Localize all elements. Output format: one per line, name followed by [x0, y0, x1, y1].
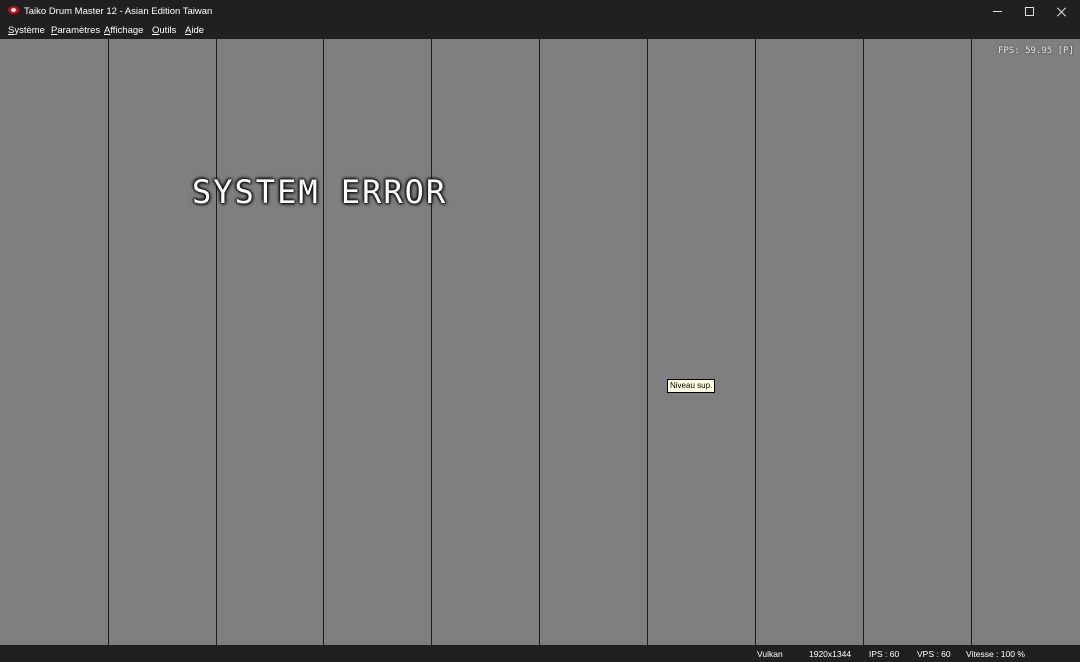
status-resolution: 1920x1344: [809, 649, 852, 659]
minimize-button[interactable]: [980, 0, 1014, 23]
column-divider: [647, 39, 648, 645]
column-divider: [863, 39, 864, 645]
minimize-icon: [992, 11, 1002, 12]
menu-bar: Système Paramètres Affichage Outils Aide: [0, 23, 1080, 38]
status-renderer: Vulkan: [757, 649, 783, 659]
status-vps: VPS : 60: [917, 649, 951, 659]
status-bar: Vulkan 1920x1344 IPS : 60 VPS : 60 Vites…: [0, 645, 1080, 662]
status-ips: IPS : 60: [869, 649, 900, 659]
maximize-icon: [1024, 7, 1034, 16]
menu-outils[interactable]: Outils: [152, 25, 176, 36]
window-title: Taiko Drum Master 12 - Asian Edition Tai…: [24, 6, 213, 17]
menu-aide[interactable]: Aide: [185, 25, 204, 36]
game-viewport[interactable]: FPS: 59.95 [P] SYSTEM ERROR Niveau sup.: [0, 39, 1080, 645]
fps-counter: FPS: 59.95 [P]: [998, 46, 1074, 56]
column-divider: [431, 39, 432, 645]
app-icon[interactable]: [8, 6, 19, 14]
tooltip: Niveau sup.: [667, 379, 716, 393]
menu-systeme[interactable]: Système: [8, 25, 45, 36]
maximize-button[interactable]: [1012, 0, 1046, 23]
close-icon: [1057, 7, 1067, 17]
menu-affichage[interactable]: Affichage: [104, 25, 143, 36]
close-button[interactable]: [1045, 0, 1079, 23]
column-divider: [323, 39, 324, 645]
column-divider: [971, 39, 972, 645]
column-divider: [539, 39, 540, 645]
title-bar[interactable]: Taiko Drum Master 12 - Asian Edition Tai…: [0, 0, 1080, 23]
column-divider: [755, 39, 756, 645]
system-error-title: SYSTEM ERROR: [192, 173, 448, 211]
status-speed: Vitesse : 100 %: [966, 649, 1025, 659]
column-divider: [108, 39, 109, 645]
column-divider: [216, 39, 217, 645]
menu-parametres[interactable]: Paramètres: [51, 25, 100, 36]
